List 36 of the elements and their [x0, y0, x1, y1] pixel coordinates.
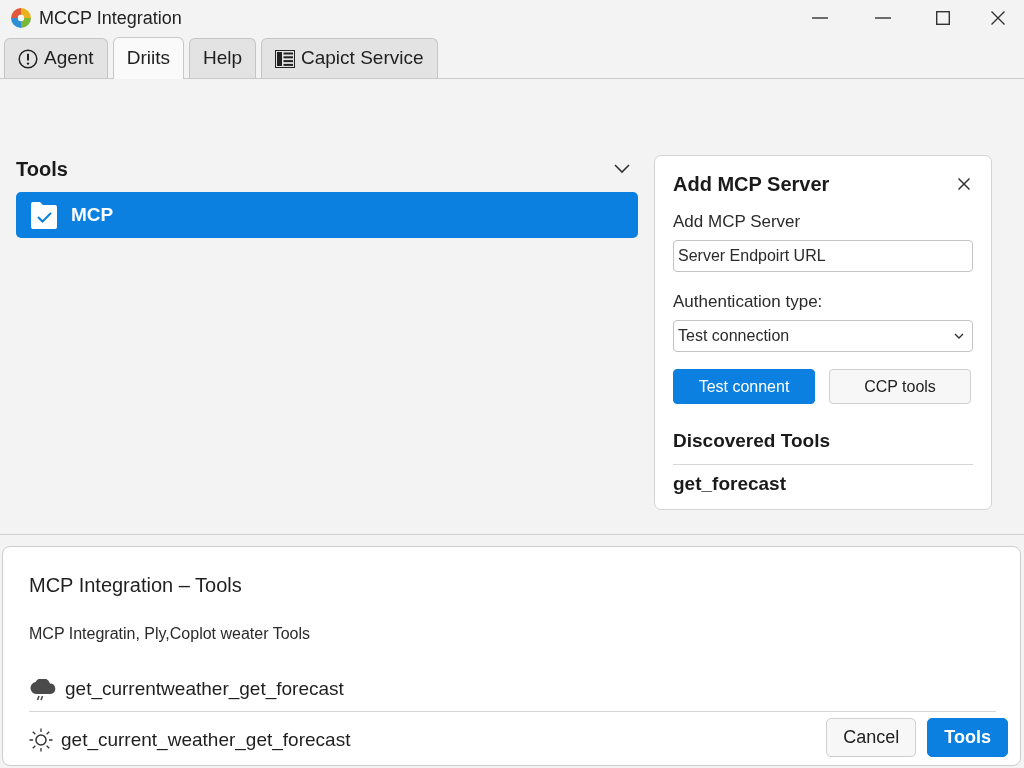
alert-circle-icon: [18, 48, 38, 69]
app-logo-icon: [11, 8, 31, 28]
list-grid-icon: [275, 49, 295, 68]
field-label: Add MCP Server: [673, 211, 802, 233]
chevron-down-icon[interactable]: [614, 164, 630, 174]
close-icon: [958, 178, 970, 190]
tab[interactable]: Help: [188, 38, 256, 78]
sun-icon: [29, 728, 53, 752]
confirm-button[interactable]: Tools: [927, 717, 1008, 757]
tool-name: get_currentweather_get_forecast: [65, 677, 344, 702]
tab[interactable]: Agent: [4, 38, 108, 78]
url-input-field[interactable]: Server Endpoirt URL: [673, 240, 973, 272]
tree-item[interactable]: MCP: [16, 192, 638, 238]
section-heading: Discovered Tools: [673, 429, 831, 453]
minimize-icon: [874, 17, 891, 19]
auth-type-select[interactable]: Test connection: [673, 320, 973, 352]
cancel-button[interactable]: Cancel: [826, 717, 917, 757]
maximize-icon: [936, 11, 950, 25]
tab[interactable]: Capict Service: [261, 38, 438, 78]
chevron-down-icon: [954, 333, 964, 339]
tool-name: get_forecast: [673, 472, 787, 496]
panel-subtitle: MCP Integratin, Ply,Coplot weater Tools: [29, 624, 312, 644]
tool-name: get_current_weather_get_forecast: [61, 727, 351, 753]
close-icon: [991, 11, 1005, 25]
card-title: Add MCP Server: [673, 172, 830, 197]
section-heading: Tools: [16, 157, 68, 182]
close-button[interactable]: [957, 177, 971, 191]
panel-title: MCP Integration – Tools: [29, 573, 243, 598]
cloud-rain-icon: [29, 678, 57, 701]
tools-button[interactable]: CCP tools: [829, 369, 971, 404]
minimize-icon: [811, 17, 828, 19]
test-button[interactable]: Test connent: [673, 369, 815, 404]
field-label: Authentication type:: [673, 291, 824, 313]
window-title: MCCP Integration: [39, 6, 182, 30]
folder-check-icon: [31, 201, 57, 229]
tab[interactable]: Driits: [112, 37, 184, 79]
